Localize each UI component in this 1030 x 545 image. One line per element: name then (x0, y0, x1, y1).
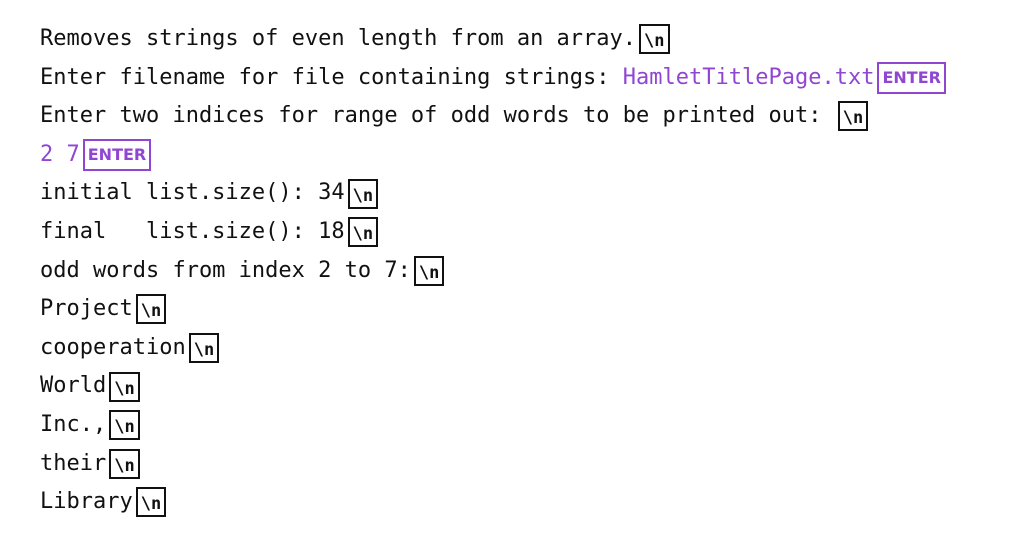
output-text: World (40, 373, 107, 399)
console-output: Removes strings of even length from an a… (40, 20, 946, 522)
output-text: final list.size(): 18 (40, 218, 345, 244)
newline-marker: \n (135, 294, 167, 325)
output-text: Library (40, 489, 133, 515)
enter-marker: ENTER (877, 61, 946, 94)
console-line: 2 7 ENTER (40, 136, 946, 175)
newline-marker: \n (413, 255, 445, 286)
console-line: Enter two indices for range of odd words… (40, 97, 946, 136)
console-line: Project \n (40, 290, 946, 329)
enter-marker: ENTER (82, 139, 152, 172)
user-input-indices: 2 7 (40, 141, 80, 167)
console-line: final list.size(): 18 \n (40, 213, 946, 252)
console-line: odd words from index 2 to 7: \n (40, 252, 946, 291)
newline-marker: \n (347, 217, 379, 248)
output-text: Project (40, 296, 133, 322)
console-line: initial list.size(): 34 \n (40, 174, 946, 213)
output-text: Inc., (40, 411, 107, 437)
newline-marker: \n (109, 371, 140, 402)
newline-marker: \n (109, 448, 140, 479)
console-line: Library \n (40, 483, 946, 522)
console-line: Removes strings of even length from an a… (40, 20, 946, 59)
newline-marker: \n (347, 178, 379, 209)
output-text: odd words from index 2 to 7: (40, 257, 411, 283)
output-text: cooperation (40, 334, 186, 360)
newline-marker: \n (109, 410, 140, 441)
console-line: their \n (40, 445, 946, 484)
newline-marker: \n (188, 333, 220, 364)
console-line: cooperation \n (40, 329, 946, 368)
output-text: initial list.size(): 34 (40, 180, 345, 206)
console-line: Inc., \n (40, 406, 946, 445)
newline-marker: \n (837, 101, 869, 132)
output-text: Enter filename for file containing strin… (40, 64, 623, 90)
console-line: Enter filename for file containing strin… (40, 59, 946, 98)
user-input-filename: HamletTitlePage.txt (622, 64, 875, 90)
output-text: their (40, 450, 107, 476)
console-line: World \n (40, 367, 946, 406)
output-text: Removes strings of even length from an a… (40, 26, 637, 51)
newline-marker: \n (135, 487, 167, 518)
output-text: Enter two indices for range of odd words… (40, 103, 835, 129)
newline-marker: \n (639, 24, 670, 55)
